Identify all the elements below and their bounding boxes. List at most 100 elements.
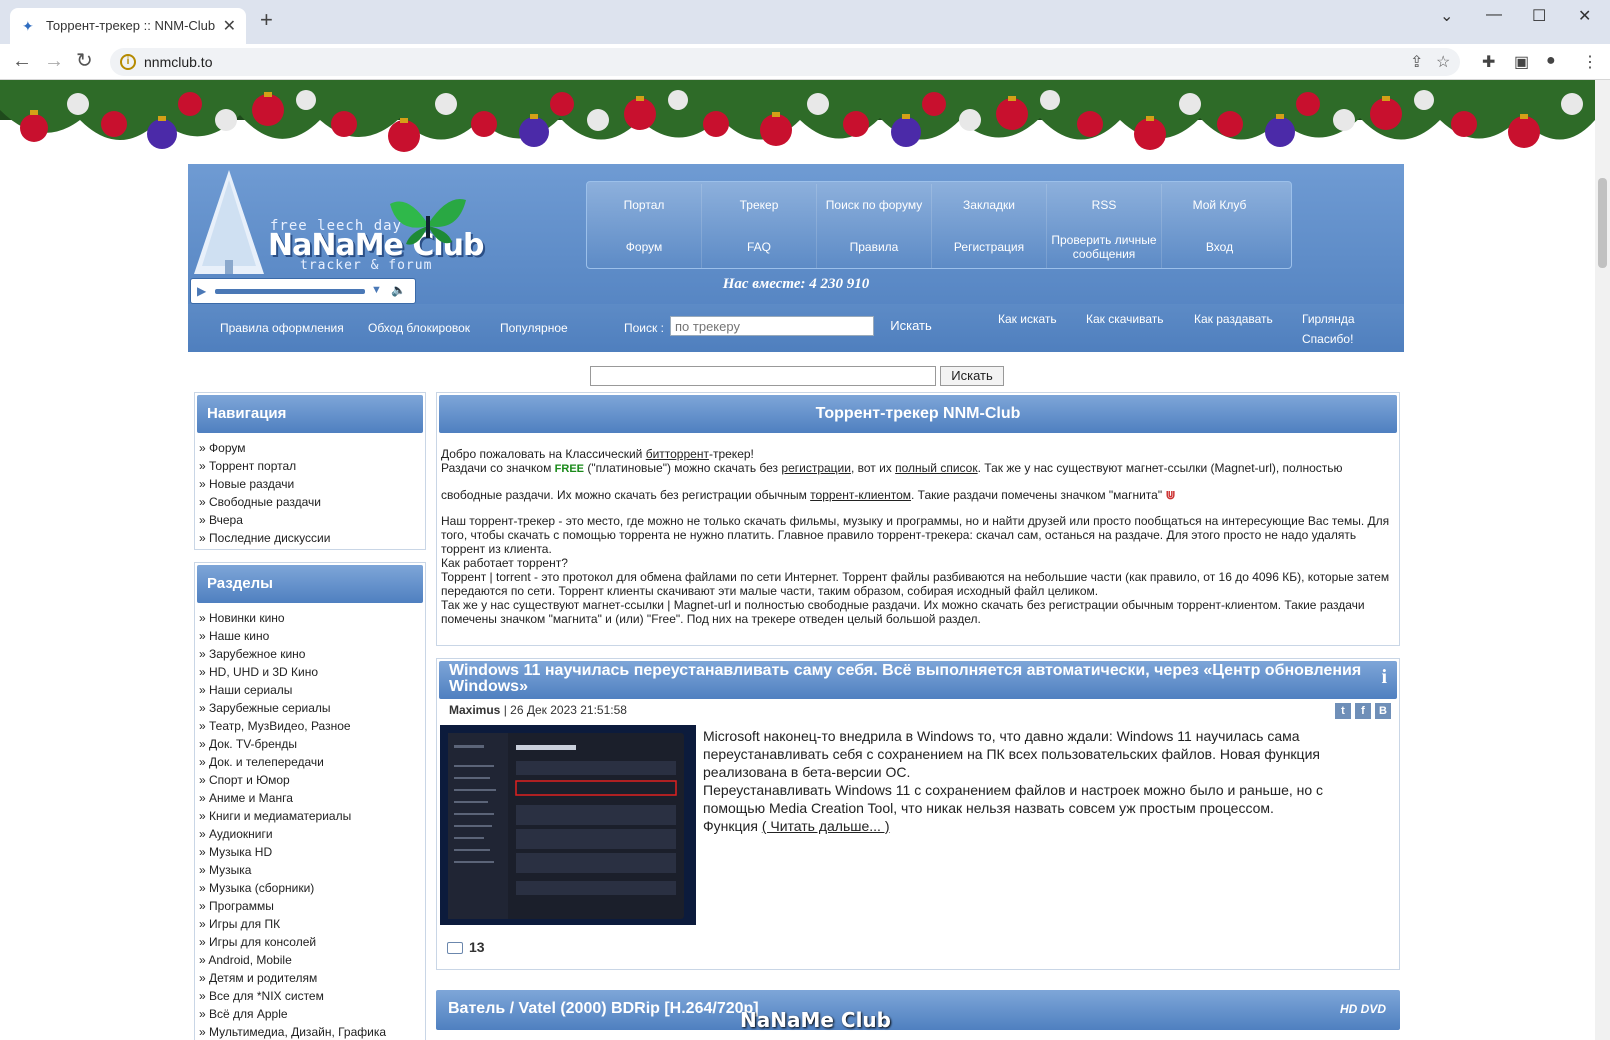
news-title[interactable]: Windows 11 научилась переустанавливать с… [439, 661, 1397, 699]
section-item[interactable]: Зарубежные сериалы [199, 699, 421, 717]
site-search-button[interactable]: Искать [940, 366, 1004, 386]
section-item[interactable]: Детям и родителям [199, 969, 421, 987]
menu-my-club[interactable]: Мой Клуб [1162, 184, 1277, 226]
link-how-to-download[interactable]: Как скачивать [1086, 312, 1164, 326]
butterfly-favicon-icon: ✦ [22, 18, 34, 34]
section-item[interactable]: Аниме и Манга [199, 789, 421, 807]
link-registration[interactable]: регистрации [781, 461, 851, 475]
menu-faq[interactable]: FAQ [702, 226, 817, 268]
comments-count[interactable]: 13 [447, 939, 485, 955]
scrollbar-thumb[interactable] [1598, 178, 1607, 268]
tracker-search-input[interactable] [670, 316, 874, 336]
page-scrollbar[interactable] [1595, 80, 1610, 1040]
sidebar-item-latest-discussions[interactable]: Последние дискуссии [199, 529, 421, 547]
profile-avatar-icon[interactable]: ● [1546, 52, 1556, 70]
tab-title: Торрент-трекер :: NNM-Club [46, 18, 216, 33]
link-garland[interactable]: Гирлянда [1302, 312, 1355, 326]
sidebar-item-torrent-portal[interactable]: Торрент портал [199, 457, 421, 475]
section-item[interactable]: Программы [199, 897, 421, 915]
close-tab-icon[interactable]: ✕ [223, 16, 236, 36]
site-search-input[interactable] [590, 366, 936, 386]
section-item[interactable]: Книги и медиаматериалы [199, 807, 421, 825]
link-popular[interactable]: Популярное [500, 321, 568, 335]
free-badge: FREE [554, 463, 585, 475]
info-icon[interactable]: i [1381, 667, 1387, 687]
menu-register[interactable]: Регистрация [932, 226, 1047, 268]
section-item[interactable]: Музыка HD [199, 843, 421, 861]
link-bypass-blocks[interactable]: Обход блокировок [368, 321, 470, 335]
sidepanel-icon[interactable]: ▣ [1514, 52, 1529, 72]
watermark-logo: NaNaMe Club [740, 1008, 891, 1032]
section-item[interactable]: Театр, МузВидео, Разное [199, 717, 421, 735]
link-thanks[interactable]: Спасибо! [1302, 332, 1353, 346]
close-window-icon[interactable]: ✕ [1578, 6, 1591, 26]
bookmark-star-icon[interactable]: ☆ [1436, 52, 1450, 72]
section-item[interactable]: Наше кино [199, 627, 421, 645]
tracker-search-button[interactable]: Искать [878, 316, 944, 336]
news-box: Windows 11 научилась переустанавливать с… [436, 658, 1400, 970]
section-item[interactable]: Новинки кино [199, 609, 421, 627]
tab-search-icon[interactable]: ⌄ [1440, 6, 1453, 26]
menu-rules[interactable]: Правила [817, 226, 932, 268]
section-item[interactable]: HD, UHD и 3D Кино [199, 663, 421, 681]
browser-tab[interactable]: ✦ Торрент-трекер :: NNM-Club ✕ [10, 8, 246, 44]
section-item[interactable]: Спорт и Юмор [199, 771, 421, 789]
address-bar: ← → ↻ i nnmclub.to ⇪ ☆ ✚ ▣ ● ⋮ [0, 44, 1610, 80]
link-how-to-seed[interactable]: Как раздавать [1194, 312, 1273, 326]
maximize-icon[interactable]: ☐ [1532, 6, 1546, 26]
section-item[interactable]: Все для *NIX систем [199, 987, 421, 1005]
site-info-icon[interactable]: i [120, 54, 136, 70]
section-item[interactable]: Док. и телепередачи [199, 753, 421, 771]
share-icon[interactable]: ⇪ [1410, 52, 1423, 72]
link-bittorrent[interactable]: битторрент [646, 447, 709, 461]
news-body: Microsoft наконец-то внедрила в Windows … [703, 728, 1324, 834]
news-author[interactable]: Maximus [449, 703, 500, 717]
section-item[interactable]: Игры для ПК [199, 915, 421, 933]
link-torrent-client[interactable]: торрент-клиентом [810, 488, 911, 502]
section-item[interactable]: Музыка (сборники) [199, 879, 421, 897]
site-header: free leech day NaNaMe Club tracker & for… [188, 164, 1404, 352]
menu-forum[interactable]: Форум [587, 226, 702, 268]
section-item[interactable]: Игры для консолей [199, 933, 421, 951]
facebook-icon[interactable]: f [1355, 703, 1371, 719]
section-item[interactable]: Док. TV-бренды [199, 735, 421, 753]
sidebar-sections-title: Разделы [197, 565, 423, 603]
section-item[interactable]: Аудиокниги [199, 825, 421, 843]
section-item[interactable]: Наши сериалы [199, 681, 421, 699]
forward-icon[interactable]: → [44, 50, 64, 72]
sidebar-item-forum[interactable]: Форум [199, 439, 421, 457]
news-thumbnail[interactable] [440, 725, 696, 925]
menu-check-messages[interactable]: Проверить личные сообщения [1047, 226, 1162, 268]
release-title[interactable]: Ватель / Vatel (2000) BDRip [H.264/720p] [448, 1000, 759, 1018]
twitter-icon[interactable]: t [1335, 703, 1351, 719]
read-more-link[interactable]: ( Читать дальше... ) [762, 818, 890, 834]
reload-icon[interactable]: ↻ [76, 50, 93, 72]
new-tab-icon[interactable]: + [260, 9, 273, 31]
menu-kebab-icon[interactable]: ⋮ [1582, 52, 1598, 72]
sidebar-item-yesterday[interactable]: Вчера [199, 511, 421, 529]
page-title: Торрент-трекер NNM-Club [439, 395, 1397, 433]
url-field[interactable]: i nnmclub.to ⇪ ☆ [110, 48, 1460, 76]
menu-portal[interactable]: Портал [587, 184, 702, 226]
menu-rss[interactable]: RSS [1047, 184, 1162, 226]
url-text: nnmclub.to [144, 54, 213, 70]
menu-bookmarks[interactable]: Закладки [932, 184, 1047, 226]
link-formatting-rules[interactable]: Правила оформления [220, 321, 344, 335]
link-full-list[interactable]: полный список [895, 461, 977, 475]
menu-login[interactable]: Вход [1162, 226, 1277, 268]
release-header: Ватель / Vatel (2000) BDRip [H.264/720p]… [436, 990, 1400, 1030]
vk-icon[interactable]: B [1375, 703, 1391, 719]
back-icon[interactable]: ← [12, 50, 32, 72]
section-item[interactable]: Всё для Apple [199, 1005, 421, 1023]
menu-tracker[interactable]: Трекер [702, 184, 817, 226]
minimize-icon[interactable]: — [1486, 6, 1502, 24]
extensions-icon[interactable]: ✚ [1482, 52, 1495, 72]
section-item[interactable]: Зарубежное кино [199, 645, 421, 663]
section-item[interactable]: Android, Mobile [199, 951, 421, 969]
link-how-to-search[interactable]: Как искать [998, 312, 1057, 326]
sidebar-item-free-releases[interactable]: Свободные раздачи [199, 493, 421, 511]
section-item[interactable]: Мультимедиа, Дизайн, Графика [199, 1023, 421, 1040]
menu-forum-search[interactable]: Поиск по форуму [817, 184, 932, 226]
sidebar-item-new-releases[interactable]: Новые раздачи [199, 475, 421, 493]
section-item[interactable]: Музыка [199, 861, 421, 879]
